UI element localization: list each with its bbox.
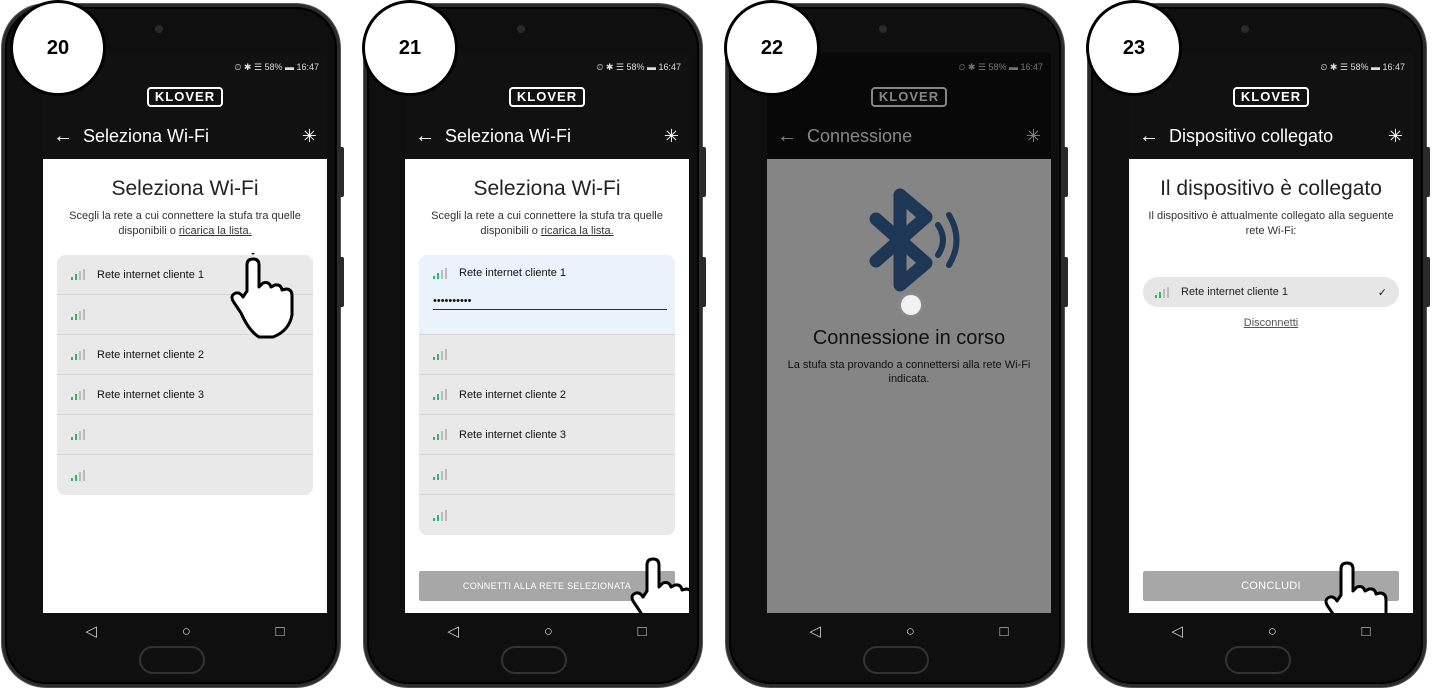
step-badge: 21 xyxy=(362,0,458,96)
brand-logo: KLOVER xyxy=(146,87,224,107)
appbar-title: Seleziona Wi-Fi xyxy=(83,125,210,146)
page-description: Il dispositivo è attualmente collegato a… xyxy=(1148,210,1394,237)
wifi-signal-icon xyxy=(433,267,451,279)
phone-step-21: ⏲ ✱ ☰ 58% ▬ 16:47 KLOVER ← Seleziona Wi-… xyxy=(364,4,706,687)
back-arrow-icon[interactable]: ← xyxy=(1139,125,1161,148)
nav-back-icon[interactable]: ◁ xyxy=(447,622,459,640)
nav-recents-icon[interactable]: □ xyxy=(638,623,647,640)
bluetooth-icon[interactable]: ✳ xyxy=(664,126,679,147)
step-badge: 22 xyxy=(724,0,820,96)
nav-recents-icon[interactable]: □ xyxy=(1000,623,1009,640)
nav-home-icon[interactable]: ○ xyxy=(1268,623,1277,640)
screen: ⏲ ✱ ☰ 58% ▬ 16:47 KLOVER ← Connessione ✳… xyxy=(767,53,1051,613)
home-button[interactable] xyxy=(863,646,929,674)
nav-back-icon[interactable]: ◁ xyxy=(85,622,97,640)
nav-recents-icon[interactable]: □ xyxy=(1362,623,1371,640)
screen: ⏲ ✱ ☰ 58% ▬ 16:47 KLOVER ← Dispositivo c… xyxy=(1129,53,1413,613)
nav-home-icon[interactable]: ○ xyxy=(906,623,915,640)
network-item[interactable]: Rete internet cliente 3 xyxy=(419,415,675,455)
page-description: Scegli la rete a cui connettere la stufa… xyxy=(69,210,301,237)
step-badge: 23 xyxy=(1086,0,1182,96)
screen: ⏲ ✱ ☰ 58% ▬ 16:47 KLOVER ← Seleziona Wi-… xyxy=(405,53,689,613)
app-bar: ← Dispositivo collegato ✳ xyxy=(1129,113,1413,159)
wifi-signal-icon xyxy=(433,429,451,440)
android-nav-bar: ◁ ○ □ xyxy=(767,613,1051,649)
nav-back-icon[interactable]: ◁ xyxy=(1171,622,1183,640)
brand-logo: KLOVER xyxy=(1232,87,1310,107)
back-arrow-icon[interactable]: ← xyxy=(415,125,437,148)
nav-home-icon[interactable]: ○ xyxy=(182,623,191,640)
bluetooth-icon[interactable]: ✳ xyxy=(1388,126,1403,147)
step-badge: 20 xyxy=(10,0,106,96)
home-button[interactable] xyxy=(1225,646,1291,674)
wifi-signal-icon xyxy=(71,469,89,481)
network-item[interactable] xyxy=(57,455,313,495)
pointing-hand-icon xyxy=(630,557,689,613)
appbar-title: Dispositivo collegato xyxy=(1169,125,1334,146)
wifi-signal-icon xyxy=(433,469,451,480)
loading-overlay xyxy=(767,53,1051,613)
camera xyxy=(879,25,887,33)
appbar-title: Seleziona Wi-Fi xyxy=(445,125,572,146)
wifi-signal-icon xyxy=(71,309,89,320)
home-button[interactable] xyxy=(501,646,567,674)
pointing-hand-icon xyxy=(1324,561,1388,613)
page-title: Seleziona Wi-Fi xyxy=(473,177,621,200)
page-description: Scegli la rete a cui connettere la stufa… xyxy=(431,210,663,237)
brand-logo: KLOVER xyxy=(508,87,586,107)
network-item[interactable]: Rete internet cliente 2 xyxy=(419,375,675,415)
network-list: Rete internet cliente 1 •••••••••• Rete … xyxy=(419,255,675,535)
camera xyxy=(517,25,525,33)
check-icon: ✓ xyxy=(1377,286,1387,299)
home-button[interactable] xyxy=(139,646,205,674)
password-input[interactable]: •••••••••• xyxy=(433,295,667,310)
disconnect-link[interactable]: Disconnetti xyxy=(1143,317,1399,329)
wifi-signal-icon xyxy=(71,389,89,400)
connected-network: Rete internet cliente 1 ✓ xyxy=(1143,277,1399,307)
wifi-signal-icon xyxy=(71,349,89,360)
page-title: Il dispositivo è collegato xyxy=(1160,177,1382,200)
reload-list-link[interactable]: ricarica la lista. xyxy=(541,225,614,237)
android-nav-bar: ◁ ○ □ xyxy=(43,613,327,649)
nav-home-icon[interactable]: ○ xyxy=(544,623,553,640)
network-item[interactable] xyxy=(57,415,313,455)
android-nav-bar: ◁ ○ □ xyxy=(1129,613,1413,649)
phone-step-20: ⏲ ✱ ☰ 58% ▬ 16:47 KLOVER ← Seleziona Wi-… xyxy=(2,4,344,687)
phone-step-22: ⏲ ✱ ☰ 58% ▬ 16:47 KLOVER ← Connessione ✳… xyxy=(726,4,1068,687)
app-bar: ← Seleziona Wi-Fi ✳ xyxy=(405,113,689,159)
bluetooth-icon[interactable]: ✳ xyxy=(302,126,317,147)
wifi-signal-icon xyxy=(433,389,451,400)
wifi-signal-icon xyxy=(433,349,451,360)
wifi-signal-icon xyxy=(71,429,89,440)
network-item[interactable] xyxy=(419,455,675,495)
network-item-selected[interactable]: Rete internet cliente 1 •••••••••• xyxy=(419,255,675,335)
back-arrow-icon[interactable]: ← xyxy=(53,125,75,148)
camera xyxy=(155,25,163,33)
wifi-signal-icon xyxy=(71,269,89,280)
app-bar: ← Seleziona Wi-Fi ✳ xyxy=(43,113,327,159)
reload-list-link[interactable]: ricarica la lista. xyxy=(179,225,252,237)
nav-back-icon[interactable]: ◁ xyxy=(809,622,821,640)
loading-spinner xyxy=(901,295,921,315)
nav-recents-icon[interactable]: □ xyxy=(276,623,285,640)
wifi-signal-icon xyxy=(1155,286,1173,298)
wifi-signal-icon xyxy=(433,509,451,521)
network-item[interactable] xyxy=(419,335,675,375)
network-item[interactable] xyxy=(419,495,675,535)
phone-step-23: ⏲ ✱ ☰ 58% ▬ 16:47 KLOVER ← Dispositivo c… xyxy=(1088,4,1430,687)
camera xyxy=(1241,25,1249,33)
page-title: Seleziona Wi-Fi xyxy=(111,177,259,200)
network-item[interactable]: Rete internet cliente 3 xyxy=(57,375,313,415)
screen: ⏲ ✱ ☰ 58% ▬ 16:47 KLOVER ← Seleziona Wi-… xyxy=(43,53,327,613)
android-nav-bar: ◁ ○ □ xyxy=(405,613,689,649)
pointing-hand-icon xyxy=(230,253,294,339)
